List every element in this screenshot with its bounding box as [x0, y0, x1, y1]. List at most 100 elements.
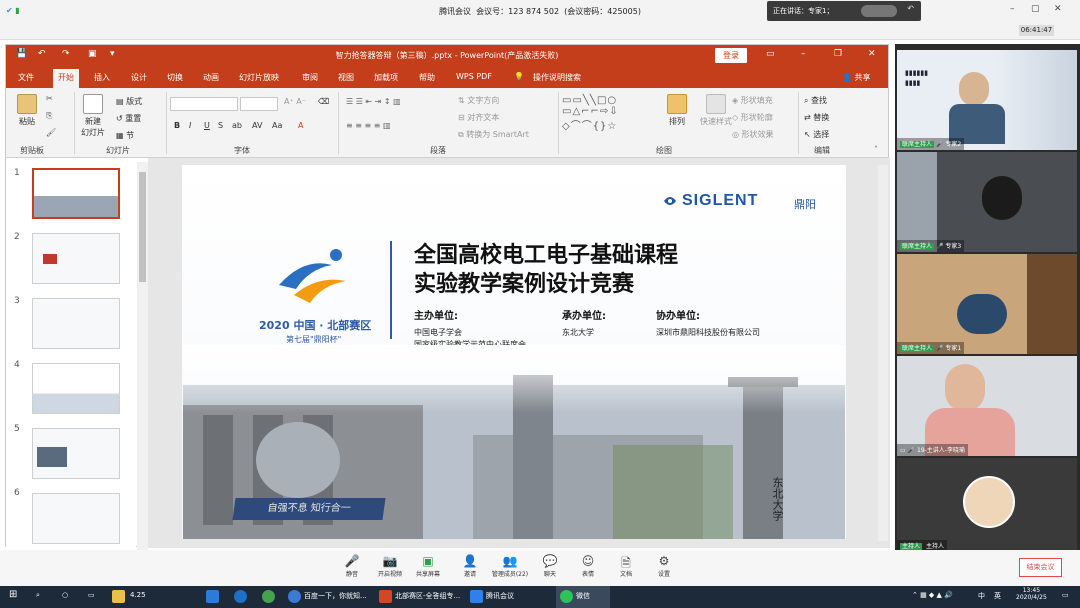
- font-color-icon[interactable]: A: [298, 121, 303, 130]
- video-button[interactable]: 📷 开启视频: [370, 554, 410, 578]
- new-slide-button[interactable]: 新建 幻灯片: [78, 94, 108, 138]
- clock[interactable]: 13:45 2020/4/25: [1016, 587, 1047, 601]
- tab-help[interactable]: 帮助: [419, 72, 435, 83]
- replace-button[interactable]: ⇄ 替换: [804, 112, 829, 123]
- char-spacing-icon-2[interactable]: AV: [252, 121, 262, 130]
- select-button[interactable]: ↖ 选择: [804, 129, 829, 140]
- emoji-button[interactable]: ☺ 表情: [568, 554, 608, 578]
- edge-icon[interactable]: [234, 590, 247, 603]
- end-meeting-button[interactable]: 结束会议: [1019, 558, 1062, 577]
- ime-indicator[interactable]: 中: [978, 591, 985, 601]
- tab-review[interactable]: 审阅: [302, 72, 318, 83]
- document-button[interactable]: 🗎 文档: [606, 554, 646, 578]
- minimize-icon[interactable]: –: [1010, 4, 1015, 14]
- tab-slideshow[interactable]: 幻灯片放映: [239, 72, 279, 83]
- slide-thumbnail-6[interactable]: [32, 493, 120, 544]
- slide-thumbnail-2[interactable]: [32, 233, 120, 284]
- slide-thumbnail-1[interactable]: [32, 168, 120, 219]
- section-button[interactable]: ▦ 节: [116, 130, 134, 141]
- taskbar-item-browser[interactable]: 百度一下，你就知...: [304, 591, 367, 601]
- tab-design[interactable]: 设计: [131, 72, 147, 83]
- align-icon[interactable]: ≡ ≡ ≡ ≡ ▥: [346, 121, 391, 130]
- tencent-meeting-icon[interactable]: [470, 590, 483, 603]
- close-icon[interactable]: ✕: [1054, 4, 1062, 14]
- manage-members-button[interactable]: 👥 管理成员(22): [488, 554, 532, 578]
- ppt-restore-icon[interactable]: ❐: [834, 49, 842, 59]
- tray-icons[interactable]: ⌃ ▦ ◆ ▲ 🔊: [912, 591, 953, 599]
- search-icon[interactable]: ⌕: [36, 591, 40, 600]
- task-view-icon[interactable]: ▭: [88, 591, 95, 599]
- maximize-icon[interactable]: ▢: [1031, 4, 1040, 14]
- collapse-icon[interactable]: ↶: [907, 4, 914, 13]
- quick-style-button[interactable]: 快速样式: [696, 94, 736, 127]
- slide-thumbnail-4[interactable]: [32, 363, 120, 414]
- taskbar-item-folder[interactable]: 4.25: [130, 591, 146, 599]
- tab-transitions[interactable]: 切换: [167, 72, 183, 83]
- tab-file[interactable]: 文件: [18, 72, 34, 83]
- tab-insert[interactable]: 插入: [94, 72, 110, 83]
- underline-icon[interactable]: U: [204, 121, 210, 130]
- chat-button[interactable]: 💬 聊天: [530, 554, 570, 578]
- share-button[interactable]: 👤 共享: [842, 72, 871, 83]
- mail-icon[interactable]: [206, 590, 219, 603]
- font-name-box[interactable]: [170, 97, 238, 111]
- login-button[interactable]: 登录: [715, 48, 747, 63]
- grow-font-icon[interactable]: A⁺ A⁻: [284, 97, 306, 106]
- font-size-box[interactable]: [240, 97, 278, 111]
- collapse-ribbon-icon[interactable]: ˄: [874, 145, 878, 154]
- align-text-button[interactable]: ⊟ 对齐文本: [458, 112, 499, 123]
- ime-mode[interactable]: 英: [994, 591, 1001, 601]
- shapes-gallery[interactable]: ▭▭╲╲□○ ▭△⌐⌐⇨⇩ ◇⌒⌒{}☆: [562, 95, 619, 132]
- wechat-icon[interactable]: [560, 590, 573, 603]
- change-case-icon[interactable]: Aa: [272, 121, 282, 130]
- copy-icon[interactable]: ⎘: [46, 111, 52, 121]
- shape-fill-button[interactable]: ◈ 形状填充: [732, 95, 773, 106]
- clear-format-icon[interactable]: ⌫: [318, 97, 329, 106]
- italic-icon[interactable]: I: [189, 121, 191, 130]
- invite-button[interactable]: 👤 邀请: [450, 554, 490, 578]
- find-button[interactable]: ⌕ 查找: [804, 95, 827, 106]
- tab-wpspdf[interactable]: WPS PDF: [456, 72, 492, 81]
- cut-icon[interactable]: ✂: [46, 94, 53, 103]
- video-tile-4[interactable]: ▭ 🎤 19-主讲人-李晓瑜: [897, 356, 1077, 456]
- ppt-close-icon[interactable]: ✕: [868, 49, 876, 59]
- ppt-minimize-icon[interactable]: –: [801, 49, 806, 59]
- share-screen-button[interactable]: ▣ 共享屏幕: [408, 554, 448, 578]
- folder-icon[interactable]: [112, 590, 125, 603]
- tab-animations[interactable]: 动画: [203, 72, 219, 83]
- bullets-icon[interactable]: ☰ ☰ ⇤ ⇥ ↕ ▥: [346, 97, 401, 106]
- video-tile-2[interactable]: 联席主持人 🎤 专家3: [897, 152, 1077, 252]
- text-direction-button[interactable]: ⇅ 文字方向: [458, 95, 499, 106]
- taskbar-item-ppt[interactable]: 北部赛区-全答组专...: [395, 591, 460, 601]
- slide-thumbnail-5[interactable]: [32, 428, 120, 479]
- taskbar-item-wechat[interactable]: 微信: [576, 591, 590, 601]
- settings-button[interactable]: ⚙ 设置: [644, 554, 684, 578]
- arrange-button[interactable]: 排列: [662, 94, 692, 127]
- video-tile-3[interactable]: 联席主持人 🎤 专家1: [897, 254, 1077, 354]
- format-painter-icon[interactable]: 🖌: [46, 128, 56, 137]
- char-spacing-icon[interactable]: ab: [232, 121, 242, 130]
- layout-button[interactable]: ▤ 版式: [116, 96, 142, 107]
- video-tile-1[interactable]: ▮▮▮▮▮▮ ▮▮▮▮ 联席主持人 🎤 专家2: [897, 50, 1077, 150]
- scrollbar-thumb[interactable]: [139, 172, 146, 282]
- powerpoint-icon[interactable]: [379, 590, 392, 603]
- paste-button[interactable]: 粘贴: [14, 94, 40, 127]
- start-icon[interactable]: ⊞: [9, 589, 17, 600]
- baidu-browser-icon[interactable]: [288, 590, 301, 603]
- reset-button[interactable]: ↺ 重置: [116, 113, 141, 124]
- strikethrough-icon[interactable]: S: [218, 121, 223, 130]
- slide-scrollbar[interactable]: [878, 165, 888, 541]
- smartart-button[interactable]: ⧉ 转换为 SmartArt: [458, 129, 529, 140]
- video-tile-5[interactable]: 主持人 主持人: [897, 458, 1077, 550]
- mute-button[interactable]: 🎤 静音: [332, 554, 372, 578]
- tab-home[interactable]: 开始: [53, 69, 79, 88]
- shape-outline-button[interactable]: ◇ 形状轮廓: [732, 112, 773, 123]
- current-slide[interactable]: SIGLENT 鼎阳 2020 中国 · 北部赛区 第七届"鼎阳杯" 全国高校电…: [182, 165, 846, 539]
- taskbar-item-meeting[interactable]: 腾讯会议: [486, 591, 514, 601]
- browser-icon[interactable]: [262, 590, 275, 603]
- slide-thumbnail-3[interactable]: [32, 298, 120, 349]
- tab-addins[interactable]: 加载项: [374, 72, 398, 83]
- ribbon-display-icon[interactable]: ▭: [766, 49, 775, 59]
- bold-icon[interactable]: B: [174, 121, 180, 130]
- tab-view[interactable]: 视图: [338, 72, 354, 83]
